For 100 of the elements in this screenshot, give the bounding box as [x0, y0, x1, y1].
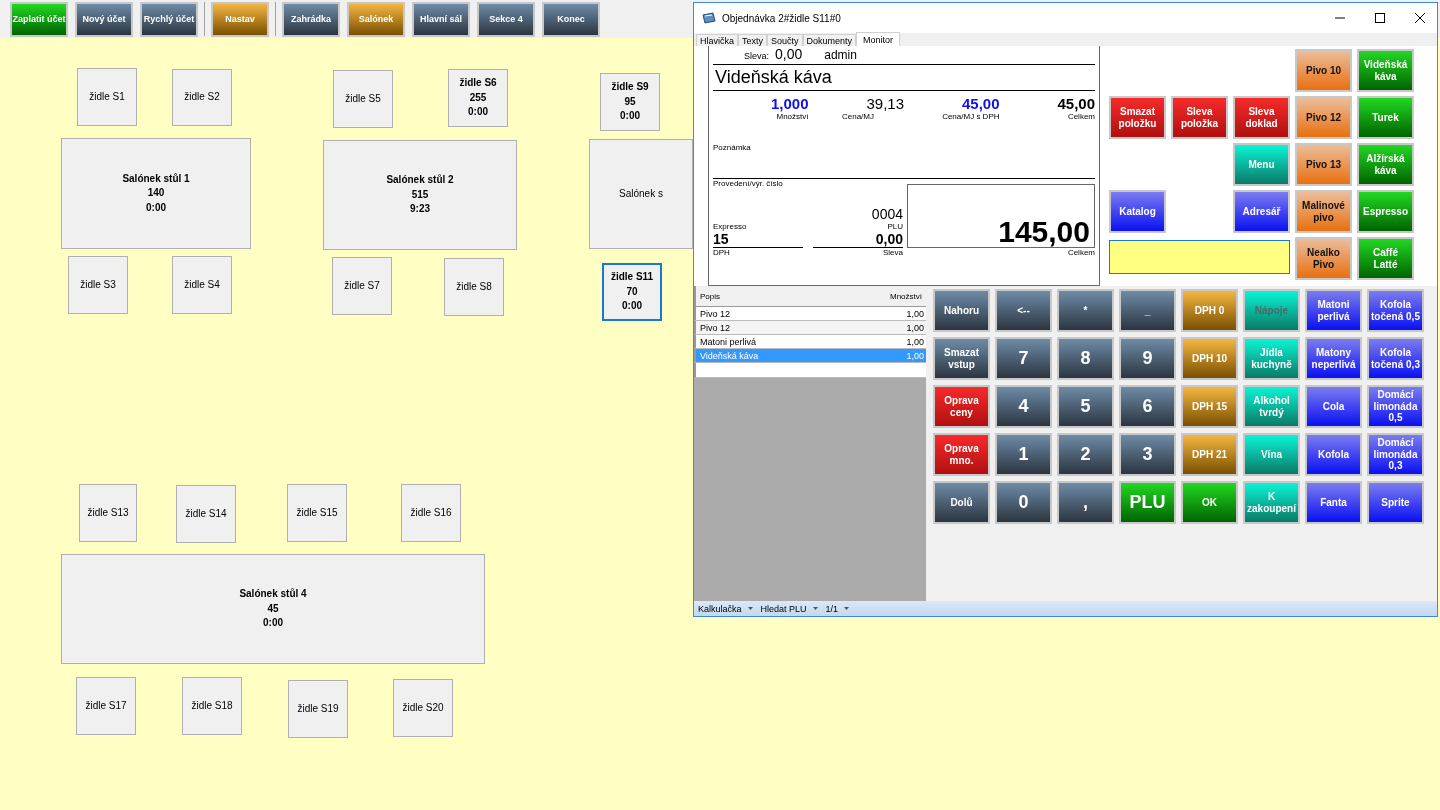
- toolbar-button[interactable]: Sekce 4: [477, 1, 535, 37]
- keypad-key[interactable]: 2: [1057, 433, 1114, 476]
- column-header[interactable]: Množství: [890, 291, 922, 301]
- function-button[interactable]: Pivo 12: [1295, 96, 1352, 139]
- function-button[interactable]: DPH 21: [1181, 433, 1238, 476]
- toolbar-button[interactable]: Zahrádka: [282, 1, 340, 37]
- chair-tile[interactable]: židle S6 255 0:00: [448, 69, 508, 127]
- function-button[interactable]: Oprava ceny: [933, 385, 990, 428]
- chair-tile[interactable]: židle S20: [393, 679, 453, 737]
- chair-tile[interactable]: židle S3: [68, 256, 128, 314]
- function-button[interactable]: DPH 10: [1181, 337, 1238, 380]
- chair-tile[interactable]: židle S9 95 0:00: [600, 73, 660, 131]
- function-button[interactable]: Kofola točená 0,5: [1367, 289, 1424, 332]
- maximize-icon[interactable]: [1375, 13, 1385, 23]
- order-row[interactable]: Pivo 12 1,00: [694, 307, 926, 321]
- function-button[interactable]: Katalog: [1109, 190, 1166, 233]
- function-button[interactable]: _: [1119, 289, 1176, 332]
- table-tile[interactable]: Salónek stůl 2 515 9:23: [323, 140, 517, 250]
- keypad-key[interactable]: 4: [995, 385, 1052, 428]
- tab[interactable]: Dokumenty: [802, 34, 857, 46]
- function-button[interactable]: <--: [995, 289, 1052, 332]
- function-button[interactable]: Smazat vstup: [933, 337, 990, 380]
- function-button[interactable]: Fanta: [1305, 481, 1362, 524]
- function-button[interactable]: Nahoru: [933, 289, 990, 332]
- keypad-key[interactable]: 3: [1119, 433, 1176, 476]
- chair-tile[interactable]: židle S1: [77, 68, 137, 126]
- chair-tile[interactable]: židle S13: [79, 484, 137, 542]
- function-button[interactable]: Nealko Pivo: [1295, 237, 1352, 280]
- function-button[interactable]: OK: [1181, 481, 1238, 524]
- chair-tile[interactable]: židle S19: [288, 680, 348, 738]
- toolbar-button[interactable]: Hlavní sál: [412, 1, 470, 37]
- toolbar-button[interactable]: Nový účet: [75, 1, 133, 37]
- function-button[interactable]: Sleva položka: [1171, 96, 1228, 139]
- function-button[interactable]: Matoni perlivá: [1305, 289, 1362, 332]
- function-button[interactable]: Sprite: [1367, 481, 1424, 524]
- item-cell: Videňská káva: [700, 350, 759, 361]
- keypad-key[interactable]: ,: [1057, 481, 1114, 524]
- keypad-key[interactable]: 5: [1057, 385, 1114, 428]
- chair-tile[interactable]: židle S17: [76, 677, 136, 735]
- toolbar-button[interactable]: Rychlý účet: [140, 1, 198, 37]
- tile-name: židle S7: [344, 278, 380, 293]
- tab[interactable]: Hlavička: [696, 34, 738, 46]
- toolbar-button[interactable]: Konec: [542, 1, 600, 37]
- table-tile[interactable]: Salónek stůl 1 140 0:00: [61, 138, 251, 249]
- function-button[interactable]: Pivo 13: [1295, 143, 1352, 186]
- function-button[interactable]: Alžírská káva: [1357, 143, 1414, 186]
- tab[interactable]: Texty: [738, 34, 768, 46]
- tab[interactable]: Součty: [767, 34, 803, 46]
- chair-tile[interactable]: židle S4: [172, 256, 232, 314]
- keypad-key[interactable]: 0: [995, 481, 1052, 524]
- keypad-key[interactable]: 6: [1119, 385, 1176, 428]
- order-row[interactable]: Pivo 12 1,00: [694, 321, 926, 335]
- function-button[interactable]: Sleva doklad: [1233, 96, 1290, 139]
- table-tile[interactable]: Salónek s: [589, 139, 693, 249]
- keypad-key[interactable]: 7: [995, 337, 1052, 380]
- function-button[interactable]: Cola: [1305, 385, 1362, 428]
- chair-tile[interactable]: židle S16: [401, 484, 461, 542]
- function-button[interactable]: Smazat položku: [1109, 96, 1166, 139]
- dropdown-caret-icon[interactable]: [812, 607, 818, 610]
- function-button[interactable]: Videňská káva: [1357, 49, 1414, 92]
- table-tile[interactable]: Salónek stůl 4 45 0:00: [61, 554, 485, 664]
- function-button[interactable]: Kofola točená 0,3: [1367, 337, 1424, 380]
- keypad-key[interactable]: 9: [1119, 337, 1176, 380]
- keypad-key[interactable]: 1: [995, 433, 1052, 476]
- chair-tile[interactable]: židle S15: [287, 484, 347, 542]
- chair-tile[interactable]: židle S11 70 0:00: [602, 263, 662, 321]
- close-icon[interactable]: [1415, 13, 1425, 23]
- keypad-key[interactable]: PLU: [1119, 481, 1176, 524]
- status-item[interactable]: Hledat PLU: [760, 603, 807, 614]
- dropdown-caret-icon[interactable]: [844, 607, 850, 610]
- chair-tile[interactable]: židle S7: [332, 257, 392, 315]
- function-button[interactable]: Caffé Latté: [1357, 237, 1414, 280]
- function-button[interactable]: Espresso: [1357, 190, 1414, 233]
- keypad-key[interactable]: 8: [1057, 337, 1114, 380]
- chair-tile[interactable]: židle S2: [172, 69, 232, 126]
- function-button[interactable]: Domácí limonáda 0,3: [1367, 433, 1424, 476]
- function-button[interactable]: Turek: [1357, 96, 1414, 139]
- dropdown-caret-icon[interactable]: [747, 607, 753, 610]
- vat-value: 15: [713, 231, 803, 248]
- function-button[interactable]: *: [1057, 289, 1114, 332]
- toolbar-button[interactable]: Zaplatit účet: [10, 1, 68, 37]
- column-header[interactable]: Popis: [700, 291, 720, 301]
- chair-tile[interactable]: židle S18: [182, 677, 242, 735]
- chair-tile[interactable]: židle S8: [444, 258, 504, 316]
- function-button[interactable]: Dolů: [933, 481, 990, 524]
- function-button[interactable]: Malinové pivo: [1295, 190, 1352, 233]
- function-button[interactable]: Matony neperlivá: [1305, 337, 1362, 380]
- function-button[interactable]: Pivo 10: [1295, 49, 1352, 92]
- order-row[interactable]: Matoni perlivá 1,00: [694, 335, 926, 349]
- function-button[interactable]: Domácí limonáda 0,5: [1367, 385, 1424, 428]
- status-item[interactable]: Kalkulačka: [698, 603, 742, 614]
- tab[interactable]: Monitor: [856, 32, 901, 46]
- chair-tile[interactable]: židle S14: [176, 485, 236, 543]
- input-field[interactable]: [1109, 240, 1290, 274]
- function-button[interactable]: Adresář: [1233, 190, 1290, 233]
- status-item[interactable]: 1/1: [825, 603, 839, 614]
- tile-name: židle S9: [611, 80, 649, 95]
- function-button[interactable]: Oprava mno.: [933, 433, 990, 476]
- function-button[interactable]: Kofola: [1305, 433, 1362, 476]
- chair-tile[interactable]: židle S5: [333, 70, 393, 128]
